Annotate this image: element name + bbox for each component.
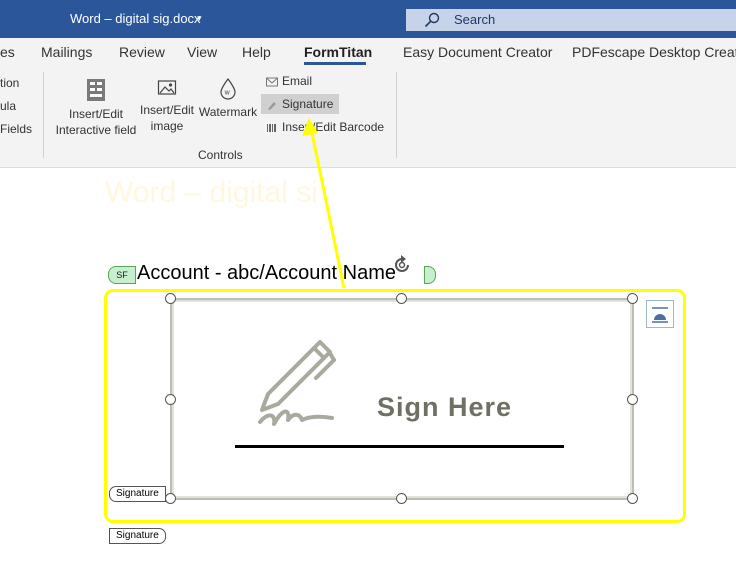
watermark-label: Watermark xyxy=(198,105,258,119)
ribbon-item-partial-2[interactable]: ula xyxy=(0,99,16,113)
interactive-field-label: Insert/Edit Interactive field xyxy=(55,107,137,137)
tab-references[interactable]: es xyxy=(0,44,15,60)
active-tab-indicator xyxy=(304,62,366,65)
watermark-button[interactable]: w Watermark xyxy=(198,78,258,120)
group-separator-right xyxy=(396,72,397,158)
sf-content-control-end xyxy=(424,266,436,284)
barcode-icon xyxy=(267,123,276,132)
tab-help[interactable]: Help xyxy=(242,44,271,60)
image-icon xyxy=(157,80,177,95)
title-bar: Word – digital sig.docx ▾ Search xyxy=(0,0,736,38)
document-title: Word – digital sig.docx xyxy=(70,11,201,26)
signature-tag-end[interactable]: Signature xyxy=(109,528,166,544)
rotate-handle-icon[interactable] xyxy=(391,254,413,276)
tab-pdfescape-desktop-creator[interactable]: PDFescape Desktop Creator xyxy=(572,44,736,60)
signature-icon xyxy=(268,101,276,110)
tab-review[interactable]: Review xyxy=(119,44,165,60)
group-separator xyxy=(43,72,44,158)
tab-mailings[interactable]: Mailings xyxy=(41,44,92,60)
signature-tag-end-label: Signature xyxy=(116,530,159,541)
resize-handle-bottom[interactable] xyxy=(396,493,407,504)
search-box[interactable]: Search xyxy=(406,9,736,31)
account-name-text: Account - abc/Account Name xyxy=(137,262,397,284)
search-label: Search xyxy=(454,12,496,27)
resize-handle-top-right[interactable] xyxy=(627,293,638,304)
resize-handle-top[interactable] xyxy=(396,293,407,304)
insert-interactive-field-button[interactable]: Insert/Edit Interactive field xyxy=(52,78,140,138)
svg-text:w: w xyxy=(224,90,231,97)
account-name-field[interactable]: Account - abc/Account Name xyxy=(137,262,396,285)
email-button[interactable]: Email xyxy=(261,71,312,91)
resize-handle-right[interactable] xyxy=(627,394,638,405)
tab-formtitan[interactable]: FormTitan xyxy=(304,44,372,60)
signature-tag-start[interactable]: Signature xyxy=(109,486,166,502)
barcode-label: Insert/Edit Barcode xyxy=(282,120,385,134)
image-label: Insert/Edit image xyxy=(139,103,195,133)
insert-image-button[interactable]: Insert/Edit image xyxy=(138,78,196,134)
caret-down-icon[interactable]: ▾ xyxy=(197,13,202,24)
ribbon-border xyxy=(0,167,736,168)
pen-icon xyxy=(258,340,336,426)
ribbon-item-partial-3[interactable]: Fields xyxy=(0,122,32,136)
resize-handle-bottom-right[interactable] xyxy=(627,493,638,504)
resize-handle-left[interactable] xyxy=(165,394,176,405)
ribbon-panel: tion ula Fields Insert/Edit Interactive … xyxy=(0,66,736,168)
signature-line xyxy=(235,445,564,448)
signature-tag-start-label: Signature xyxy=(116,488,159,499)
search-icon xyxy=(424,12,440,28)
layout-options-icon[interactable] xyxy=(646,300,674,328)
tab-easy-document-creator[interactable]: Easy Document Creator xyxy=(403,44,552,60)
group-label-controls: Controls xyxy=(198,148,243,162)
signature-label: Signature xyxy=(282,97,334,111)
ribbon-tabs: es Mailings Review View Help FormTitan E… xyxy=(0,38,736,66)
insert-barcode-button[interactable]: Insert/Edit Barcode xyxy=(261,117,384,137)
interactive-field-icon xyxy=(87,79,105,101)
email-icon xyxy=(266,77,278,87)
resize-handle-top-left[interactable] xyxy=(165,293,176,304)
tab-view[interactable]: View xyxy=(187,44,217,60)
signature-button[interactable]: Signature xyxy=(261,94,339,114)
ribbon-item-partial-1[interactable]: tion xyxy=(0,76,19,90)
faded-document-heading: Word – digital si xyxy=(105,176,318,209)
sf-content-control-tag[interactable]: SF xyxy=(108,266,136,284)
sign-here-label: Sign Here xyxy=(377,392,513,422)
resize-handle-bottom-left[interactable] xyxy=(165,493,176,504)
email-label: Email xyxy=(282,74,313,88)
watermark-icon: w xyxy=(220,78,236,100)
